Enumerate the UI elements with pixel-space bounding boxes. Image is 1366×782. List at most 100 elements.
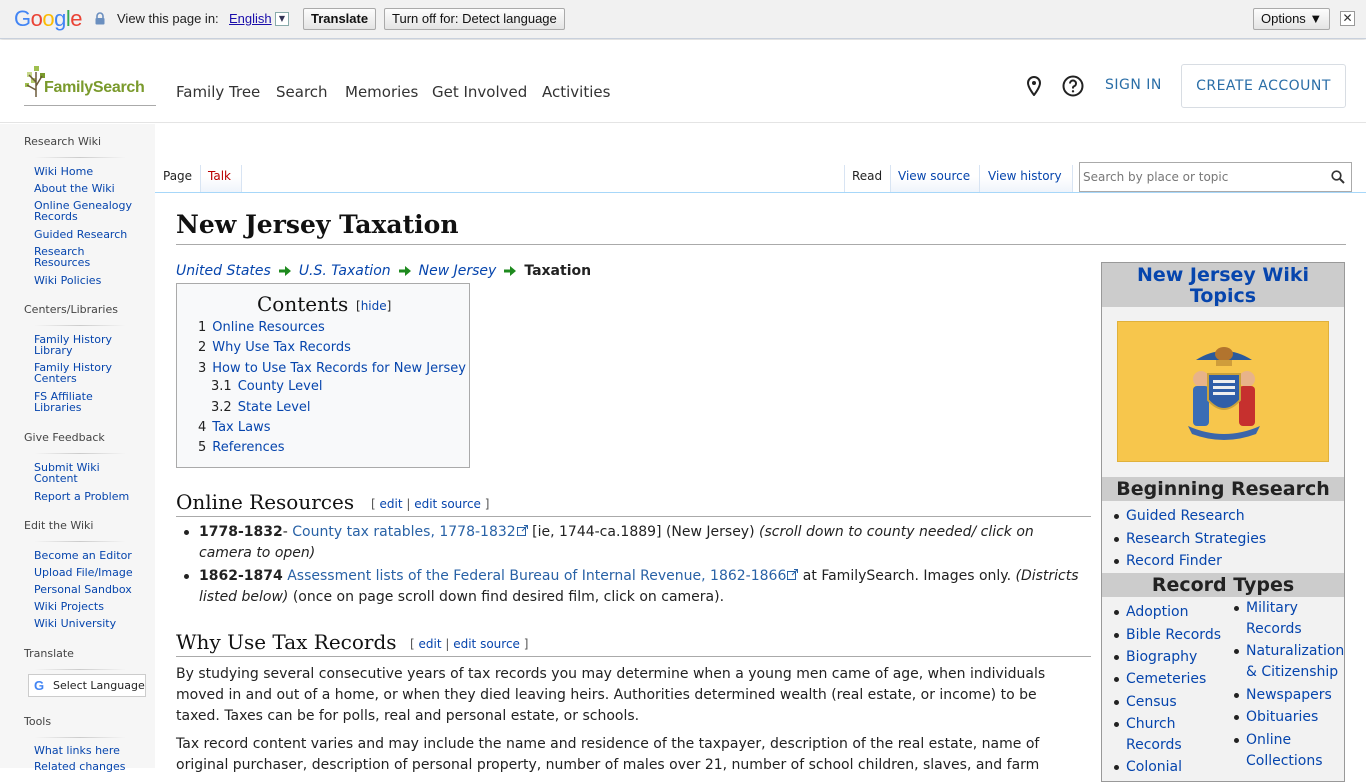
sidebar-heading-centers-libraries: Centers/Libraries (24, 303, 118, 316)
close-icon[interactable]: ✕ (1340, 11, 1355, 26)
sidebar-item-guided-research[interactable]: Guided Research (34, 229, 139, 240)
breadcrumb-us-taxation[interactable]: U.S. Taxation (299, 263, 391, 279)
paragraph: By studying several consecutive years of… (176, 666, 1046, 724)
paragraph: Tax record content varies and may includ… (176, 736, 1040, 773)
sidebar-item-wiki-home[interactable]: Wiki Home (34, 166, 139, 177)
search-icon[interactable] (1331, 170, 1345, 184)
infobox-link-guided-research[interactable]: Guided Research (1114, 506, 1245, 527)
infobox-link-bible-records[interactable]: Bible Records (1114, 625, 1221, 646)
infobox-link-obituaries[interactable]: Obituaries (1233, 707, 1318, 728)
sidebar-item-family-history-centers[interactable]: Family History Centers (34, 362, 114, 384)
sidebar-item-fs-affiliate-libraries[interactable]: FS Affiliate Libraries (34, 391, 114, 413)
tab-view-source[interactable]: View source (891, 160, 979, 193)
toc-item[interactable]: 3.1 County Level (211, 379, 322, 394)
arrow-right-icon (278, 266, 291, 276)
infobox-link-biography[interactable]: Biography (1113, 647, 1197, 668)
infobox-link-naturalization[interactable]: Naturalization & Citizenship (1234, 641, 1346, 683)
options-button[interactable]: Options ▼ (1253, 8, 1331, 30)
sidebar-item-online-genealogy-records[interactable]: Online Genealogy Records (34, 200, 134, 222)
sidebar-item-wiki-policies[interactable]: Wiki Policies (34, 275, 139, 286)
tab-view-history[interactable]: View history (980, 160, 1072, 193)
nav-activities[interactable]: Activities (542, 83, 610, 101)
infobox-link-church-records[interactable]: Church Records (1114, 714, 1186, 756)
turn-off-button[interactable]: Turn off for: Detect language (384, 8, 565, 30)
sidebar-item-become-an-editor[interactable]: Become an Editor (34, 550, 139, 561)
infobox: New Jersey Wiki Topics Beginning Researc… (1101, 262, 1345, 782)
infobox-link-military-records[interactable]: Military Records (1234, 598, 1316, 640)
sidebar-divider (34, 541, 126, 542)
translate-button[interactable]: Translate (303, 8, 377, 30)
toc-item[interactable]: 4 Tax Laws (198, 420, 270, 435)
wiki-search-input[interactable]: Search by place or topic (1079, 162, 1352, 192)
infobox-link-online-collections[interactable]: Online Collections (1234, 730, 1336, 772)
tab-divider (1072, 165, 1073, 192)
nav-memories[interactable]: Memories (345, 83, 418, 101)
nav-family-tree[interactable]: Family Tree (176, 83, 260, 101)
language-link[interactable]: English (229, 11, 272, 26)
tab-talk[interactable]: Talk (201, 160, 241, 193)
infobox-title: New Jersey Wiki Topics (1102, 263, 1344, 307)
infobox-link-record-finder[interactable]: Record Finder (1114, 551, 1222, 572)
infobox-link-newspapers[interactable]: Newspapers (1234, 685, 1332, 706)
breadcrumb-new-jersey[interactable]: New Jersey (419, 263, 497, 279)
language-dropdown-arrow-icon[interactable]: ▼ (275, 12, 289, 26)
sidebar-item-related-changes[interactable]: Related changes (34, 761, 139, 772)
edit-source-link[interactable]: edit source (414, 497, 481, 511)
county-tax-ratables-link[interactable]: County tax ratables, 1778-1832 (292, 524, 515, 540)
edit-link[interactable]: edit (380, 497, 403, 511)
location-pin-icon[interactable] (1026, 76, 1042, 96)
select-language-dropdown[interactable]: G Select Language (28, 674, 146, 697)
sidebar-item-what-links-here[interactable]: What links here (34, 745, 139, 756)
tab-page[interactable]: Page (156, 160, 200, 193)
infobox-link-research-strategies[interactable]: Research Strategies (1113, 529, 1266, 550)
view-page-in-label: View this page in: (117, 11, 219, 26)
toc-item[interactable]: 3 How to Use Tax Records for New Jersey (198, 361, 466, 376)
sidebar-item-wiki-projects[interactable]: Wiki Projects (34, 601, 139, 612)
arrow-right-icon (504, 266, 517, 276)
infobox-title-link[interactable]: New Jersey Wiki Topics (1137, 264, 1309, 307)
section-heading-online-resources: Online Resources (176, 490, 355, 514)
sidebar-item-wiki-university[interactable]: Wiki University (34, 618, 139, 629)
edit-link[interactable]: edit (419, 637, 442, 651)
toc-item[interactable]: 2 Why Use Tax Records (198, 340, 351, 355)
infobox-link-adoption[interactable]: Adoption (1114, 602, 1189, 623)
google-g-icon: G (34, 678, 45, 693)
nav-get-involved[interactable]: Get Involved (432, 83, 527, 101)
page-title: New Jersey Taxation (176, 210, 459, 239)
external-link-icon (787, 569, 799, 580)
toc-hide-toggle: [hide] (356, 299, 392, 313)
familysearch-logo[interactable]: FamilySearch (24, 64, 156, 106)
toc-item[interactable]: 5 References (198, 440, 285, 455)
toc-item[interactable]: 3.2 State Level (211, 400, 311, 415)
state-seal-icon (1188, 347, 1260, 440)
breadcrumb-united-states[interactable]: United States (176, 263, 271, 279)
toc-hide-link[interactable]: hide (361, 299, 387, 313)
section-divider (176, 656, 1091, 657)
sidebar-divider (34, 669, 126, 670)
sidebar-heading-edit-the-wiki: Edit the Wiki (24, 519, 94, 532)
sidebar-divider (34, 325, 126, 326)
sidebar-item-about-the-wiki[interactable]: About the Wiki (34, 183, 139, 194)
infobox-link-census[interactable]: Census (1114, 692, 1177, 713)
tab-read[interactable]: Read (845, 160, 890, 193)
edit-source-link[interactable]: edit source (453, 637, 520, 651)
arrow-right-icon (398, 266, 411, 276)
toc-item[interactable]: 1 Online Resources (198, 320, 325, 335)
sign-in-link[interactable]: SIGN IN (1105, 77, 1162, 93)
new-jersey-flag-image (1117, 321, 1329, 462)
infobox-link-cemeteries[interactable]: Cemeteries (1113, 669, 1206, 690)
sidebar-item-submit-wiki-content[interactable]: Submit Wiki Content (34, 462, 114, 484)
sidebar-item-family-history-library[interactable]: Family History Library (34, 334, 114, 356)
tab-divider (241, 165, 242, 192)
sidebar-item-upload-file[interactable]: Upload File/Image (34, 567, 139, 578)
sidebar-item-personal-sandbox[interactable]: Personal Sandbox (34, 584, 139, 595)
search-placeholder: Search by place or topic (1083, 170, 1229, 184)
sidebar-item-report-a-problem[interactable]: Report a Problem (34, 491, 139, 502)
create-account-button[interactable]: CREATE ACCOUNT (1181, 64, 1346, 108)
sidebar-item-research-resources[interactable]: Research Resources (34, 246, 104, 268)
assessment-lists-link[interactable]: Assessment lists of the Federal Bureau o… (287, 568, 786, 584)
nav-search[interactable]: Search (276, 83, 328, 101)
help-icon[interactable] (1062, 75, 1084, 97)
section-edit-links: [ edit | edit source ] (410, 637, 529, 651)
table-of-contents: Contents [hide] 1 Online Resources 2 Why U… (176, 283, 470, 468)
